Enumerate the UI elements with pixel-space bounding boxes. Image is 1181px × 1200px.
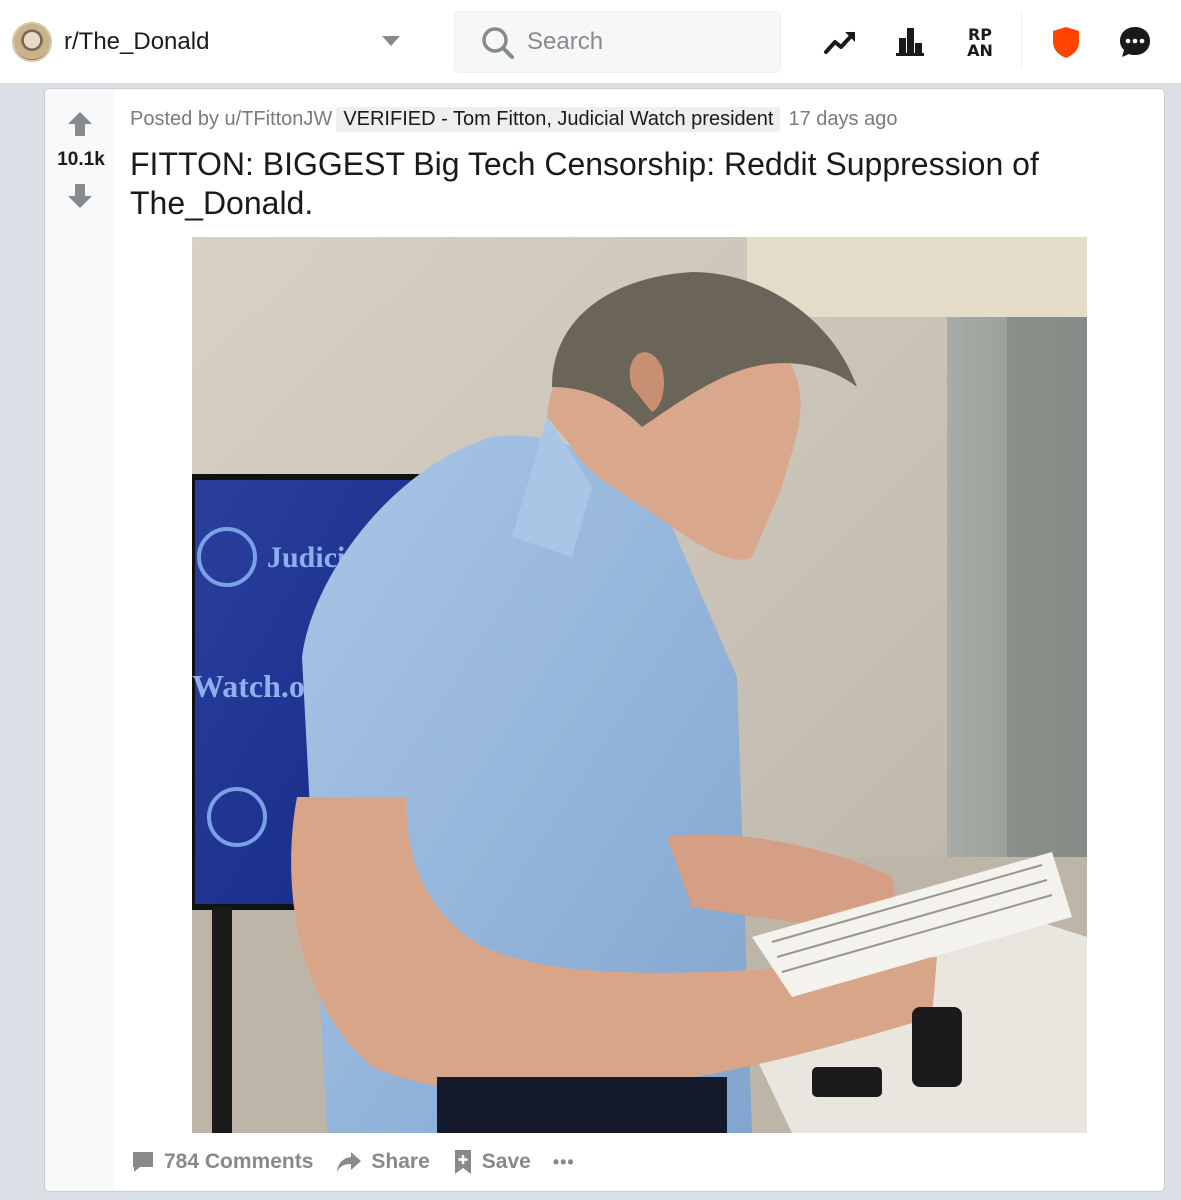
comments-label: 784 Comments <box>164 1150 314 1173</box>
save-button[interactable]: Save <box>452 1148 531 1176</box>
post-card[interactable]: 10.1k Posted by u/TFittonJW VERIFIED - T… <box>44 88 1165 1192</box>
post-title[interactable]: FITTON: BIGGEST Big Tech Censorship: Red… <box>130 145 1090 223</box>
post-age[interactable]: 17 days ago <box>788 108 897 131</box>
banner-text-bottom: Watch.o <box>192 668 305 704</box>
user-flair: VERIFIED - Tom Fitton, Judicial Watch pr… <box>336 106 781 132</box>
header-divider <box>1021 12 1022 68</box>
post-image[interactable]: Judicial Watch.o <box>192 237 1087 1133</box>
share-label: Share <box>371 1150 430 1173</box>
shield-icon[interactable] <box>1046 22 1086 62</box>
share-icon <box>337 1152 362 1172</box>
post-meta: Posted by u/TFittonJW VERIFIED - Tom Fit… <box>130 105 897 133</box>
vote-score: 10.1k <box>57 149 105 170</box>
more-options-button[interactable]: ••• <box>553 1152 575 1173</box>
subreddit-name[interactable]: r/The_Donald <box>64 28 209 56</box>
vote-column: 10.1k <box>45 89 115 1191</box>
post-actions: 784 Comments Share Save ••• <box>130 1144 597 1180</box>
top-bar: r/The_Donald RP AN <box>0 0 1181 84</box>
search-input[interactable] <box>527 26 767 58</box>
leaderboard-icon[interactable] <box>890 22 930 62</box>
upvote-arrow-icon[interactable] <box>65 109 95 139</box>
author-link[interactable]: u/TFittonJW <box>225 108 333 131</box>
bookmark-add-icon <box>454 1150 471 1174</box>
photo-illustration: Judicial Watch.o <box>192 237 1087 1133</box>
posted-by-label: Posted by <box>130 107 219 130</box>
save-label: Save <box>481 1150 531 1173</box>
chat-icon[interactable] <box>1115 22 1155 62</box>
chevron-down-icon[interactable] <box>382 36 400 46</box>
search-icon <box>482 27 514 59</box>
comments-button[interactable]: 784 Comments <box>130 1149 313 1175</box>
share-button[interactable]: Share <box>335 1149 430 1175</box>
trending-icon[interactable] <box>820 22 860 62</box>
downvote-arrow-icon[interactable] <box>65 181 95 211</box>
subreddit-avatar[interactable] <box>12 22 52 62</box>
rpan-icon[interactable]: RP AN <box>960 22 1000 62</box>
svg-text:AN: AN <box>967 41 993 60</box>
more-icon: ••• <box>552 1151 575 1172</box>
comment-icon <box>133 1152 153 1172</box>
search-bar[interactable] <box>454 11 781 73</box>
